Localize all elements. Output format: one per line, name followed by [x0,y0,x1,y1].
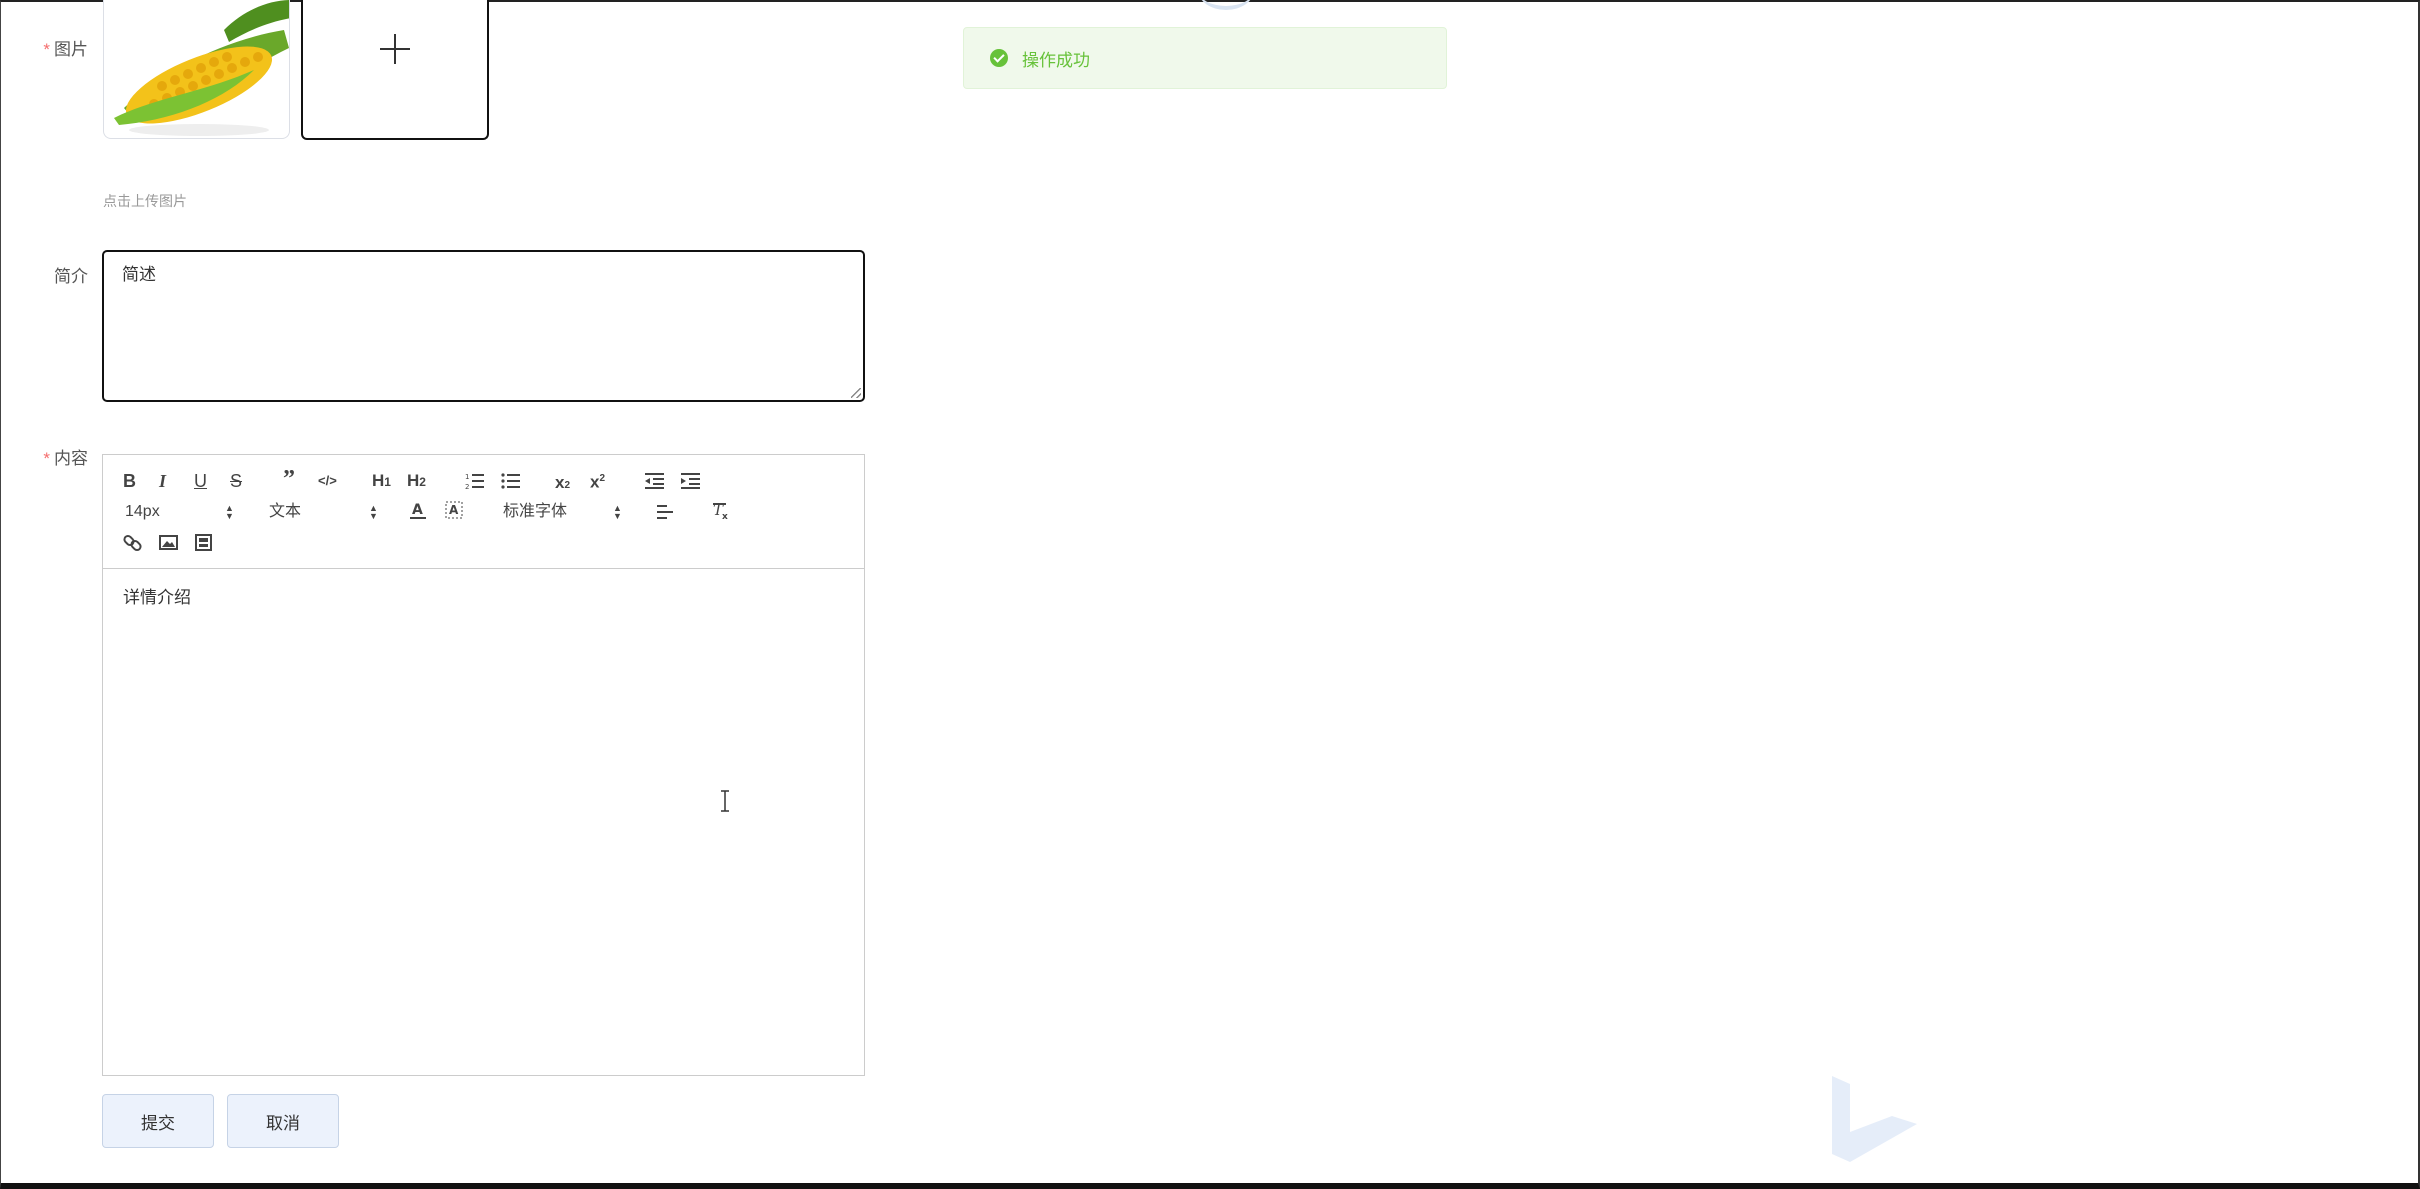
font-size-select[interactable]: 14px ▲ ▼ [125,502,235,522]
cancel-button[interactable]: 取消 [227,1094,339,1148]
h1-icon[interactable]: H1 [372,471,391,492]
header-select[interactable]: 文本 ▲ ▼ [269,502,389,522]
corn-image [114,0,289,136]
image-upload-button[interactable] [301,0,489,140]
select-arrows-icon: ▲ ▼ [613,503,622,521]
underline-icon[interactable]: U [194,471,207,491]
background-color-icon[interactable]: A [445,501,463,521]
intro-text: 简述 [122,265,156,284]
superscript-icon[interactable]: x2 [590,469,605,493]
font-family-value: 标准字体 [503,503,568,520]
code-icon[interactable]: </> [318,471,337,491]
text-color-icon[interactable]: A [409,501,427,521]
select-arrows-icon: ▲ ▼ [369,503,378,521]
subscript-icon[interactable]: x2 [555,473,570,496]
link-icon[interactable] [123,533,143,553]
resize-handle[interactable] [851,388,861,398]
select-arrows-icon: ▲ ▼ [225,503,234,521]
text-cursor-icon [721,790,729,812]
upload-tip: 点击上传图片 [103,193,187,209]
content-field-label: * 内容 [43,449,88,468]
submit-button[interactable]: 提交 [102,1094,214,1148]
header-style-value: 文本 [269,503,302,520]
svg-text:A: A [412,502,423,518]
check-icon [990,49,1008,67]
font-size-value: 14px [125,503,160,520]
font-family-select[interactable]: 标准字体 ▲ ▼ [503,502,643,522]
rich-text-editor[interactable]: B I U S ” </> H1 H2 1 2 x2 x2 14px ▲ ▼ 文… [102,454,865,1076]
editor-toolbar: B I U S ” </> H1 H2 1 2 x2 x2 14px ▲ ▼ 文… [103,455,864,569]
indent-icon[interactable] [681,472,701,490]
editor-content-text: 详情介绍 [123,588,191,607]
ordered-list-icon[interactable]: 1 2 [465,472,485,490]
plus-icon [380,34,410,64]
svg-text:x: x [722,512,728,521]
image-icon[interactable] [159,535,179,551]
clear-format-icon[interactable]: T x [711,501,733,521]
editor-content-area[interactable]: 详情介绍 [103,569,864,1075]
intro-textarea[interactable]: 简述 [102,250,865,402]
uploaded-image-thumbnail[interactable] [103,0,290,139]
svg-text:A: A [449,503,459,517]
align-icon[interactable] [657,503,677,521]
toast-message: 操作成功 [1022,50,1090,70]
intro-field-label: 简介 [54,267,88,286]
h2-icon[interactable]: H2 [407,471,426,492]
bullet-list-icon[interactable] [501,472,521,490]
strike-icon[interactable]: S [230,471,242,491]
image-field-label: * 图片 [43,40,88,59]
svg-text:2: 2 [465,483,469,490]
success-toast: 操作成功 [963,27,1447,89]
italic-icon[interactable]: I [159,471,166,491]
watermark-logo [1832,1076,1917,1162]
bold-icon[interactable]: B [123,471,136,491]
outdent-icon[interactable] [645,472,665,490]
svg-text:1: 1 [465,473,469,481]
blockquote-icon[interactable]: ” [283,467,295,491]
video-icon[interactable] [195,534,213,552]
